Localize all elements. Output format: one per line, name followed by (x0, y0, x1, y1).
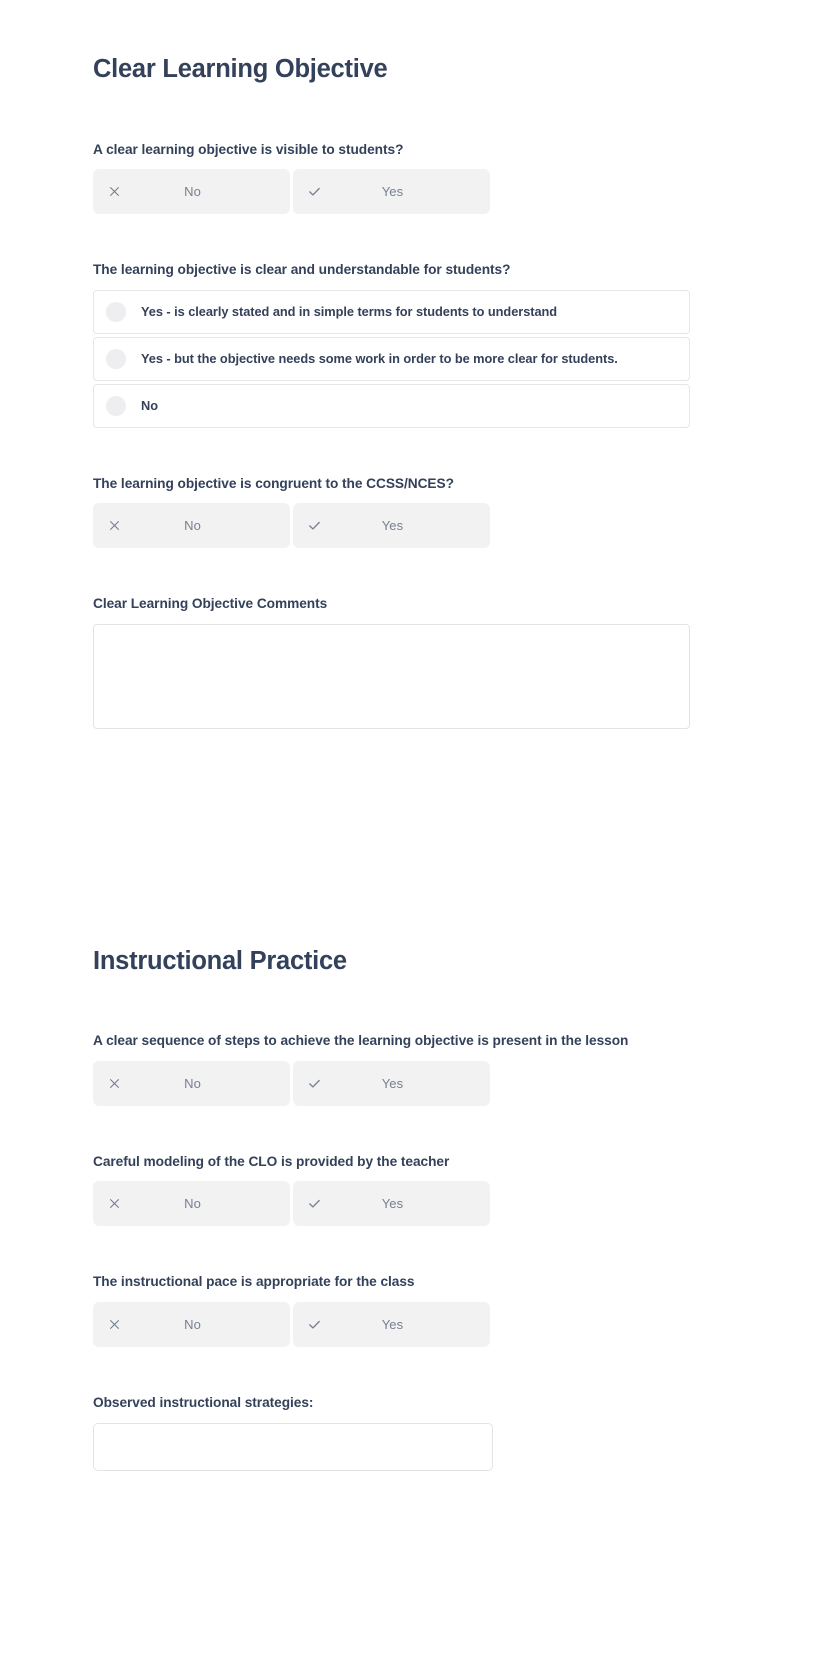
toggle-option-yes-label: Yes (381, 184, 404, 200)
field-label-instructional-pace: The instructional pace is appropriate fo… (93, 1274, 415, 1290)
toggle-group-careful-modeling: No Yes (93, 1181, 490, 1227)
field-observed-strategies: Observed instructional strategies: (93, 1393, 747, 1471)
toggle-group-instructional-pace: No Yes (93, 1302, 490, 1348)
radio-circle-icon (106, 395, 126, 416)
field-objective-visible: A clear learning objective is visible to… (93, 140, 747, 215)
check-icon (293, 1317, 331, 1332)
toggle-option-no-label: No (184, 518, 201, 534)
field-label-objective-congruent: The learning objective is congruent to t… (93, 475, 454, 491)
toggle-option-yes-label: Yes (381, 1317, 404, 1333)
section-clear-learning-objective: Clear Learning Objective A clear learnin… (93, 54, 747, 734)
toggle-option-yes[interactable]: Yes (293, 169, 490, 215)
toggle-option-no[interactable]: No (93, 1302, 290, 1348)
radio-circle-icon (106, 301, 126, 322)
field-clo-comments: Clear Learning Objective Comments (93, 594, 747, 734)
toggle-option-no-label: No (184, 1075, 201, 1091)
field-careful-modeling: Careful modeling of the CLO is provided … (93, 1152, 747, 1227)
x-icon (93, 519, 131, 532)
x-icon (93, 1077, 131, 1090)
check-icon (293, 1196, 331, 1211)
observed-strategies-input[interactable] (93, 1422, 493, 1471)
field-label-clo-comments: Clear Learning Objective Comments (93, 596, 328, 612)
radio-option-yes-needs-work[interactable]: Yes - but the objective needs some work … (93, 336, 690, 381)
radio-option-yes-clear[interactable]: Yes - is clearly stated and in simple te… (93, 289, 690, 334)
toggle-group-objective-visible: No Yes (93, 169, 490, 215)
toggle-option-yes-label: Yes (381, 1075, 404, 1091)
toggle-group-objective-congruent: No Yes (93, 503, 490, 549)
check-icon (293, 1076, 331, 1091)
check-icon (293, 184, 331, 199)
field-label-clear-sequence: A clear sequence of steps to achieve the… (93, 1033, 629, 1049)
radio-circle-icon (106, 348, 126, 369)
toggle-option-yes[interactable]: Yes (293, 503, 490, 549)
field-label-careful-modeling: Careful modeling of the CLO is provided … (93, 1153, 450, 1169)
toggle-option-no[interactable]: No (93, 169, 290, 215)
x-icon (93, 1197, 131, 1210)
check-icon (293, 518, 331, 533)
radio-option-label: Yes - but the objective needs some work … (141, 351, 618, 367)
field-objective-congruent: The learning objective is congruent to t… (93, 474, 747, 549)
toggle-option-yes[interactable]: Yes (293, 1302, 490, 1348)
radio-group-objective-understandable: Yes - is clearly stated and in simple te… (93, 289, 690, 428)
field-label-observed-strategies: Observed instructional strategies: (93, 1395, 314, 1411)
section-instructional-practice: Instructional Practice A clear sequence … (93, 946, 747, 1471)
section-title-clear-learning-objective: Clear Learning Objective (93, 55, 388, 83)
toggle-option-no[interactable]: No (93, 503, 290, 549)
toggle-option-yes[interactable]: Yes (293, 1060, 490, 1106)
radio-option-label: No (141, 398, 158, 414)
toggle-option-no-label: No (184, 1196, 201, 1212)
form-content: Clear Learning Objective A clear learnin… (0, 0, 840, 1471)
radio-option-label: Yes - is clearly stated and in simple te… (141, 304, 558, 320)
radio-option-no[interactable]: No (93, 383, 690, 428)
form-page: Clear Learning Objective A clear learnin… (0, 0, 840, 1680)
section-title-instructional-practice: Instructional Practice (93, 946, 347, 975)
clo-comments-textarea[interactable] (93, 623, 690, 729)
field-instructional-pace: The instructional pace is appropriate fo… (93, 1272, 747, 1348)
toggle-option-yes-label: Yes (381, 1196, 404, 1212)
toggle-group-clear-sequence: No Yes (93, 1060, 490, 1106)
field-label-objective-visible: A clear learning objective is visible to… (93, 141, 404, 157)
toggle-option-no-label: No (184, 1317, 201, 1333)
toggle-option-no[interactable]: No (93, 1181, 290, 1227)
x-icon (93, 1318, 131, 1331)
toggle-option-no-label: No (184, 184, 201, 200)
field-objective-understandable: The learning objective is clear and unde… (93, 260, 747, 428)
field-clear-sequence: A clear sequence of steps to achieve the… (93, 1031, 747, 1106)
x-icon (93, 185, 131, 198)
field-label-objective-understandable: The learning objective is clear and unde… (93, 262, 511, 278)
toggle-option-yes-label: Yes (381, 518, 404, 534)
toggle-option-no[interactable]: No (93, 1060, 290, 1106)
toggle-option-yes[interactable]: Yes (293, 1181, 490, 1227)
